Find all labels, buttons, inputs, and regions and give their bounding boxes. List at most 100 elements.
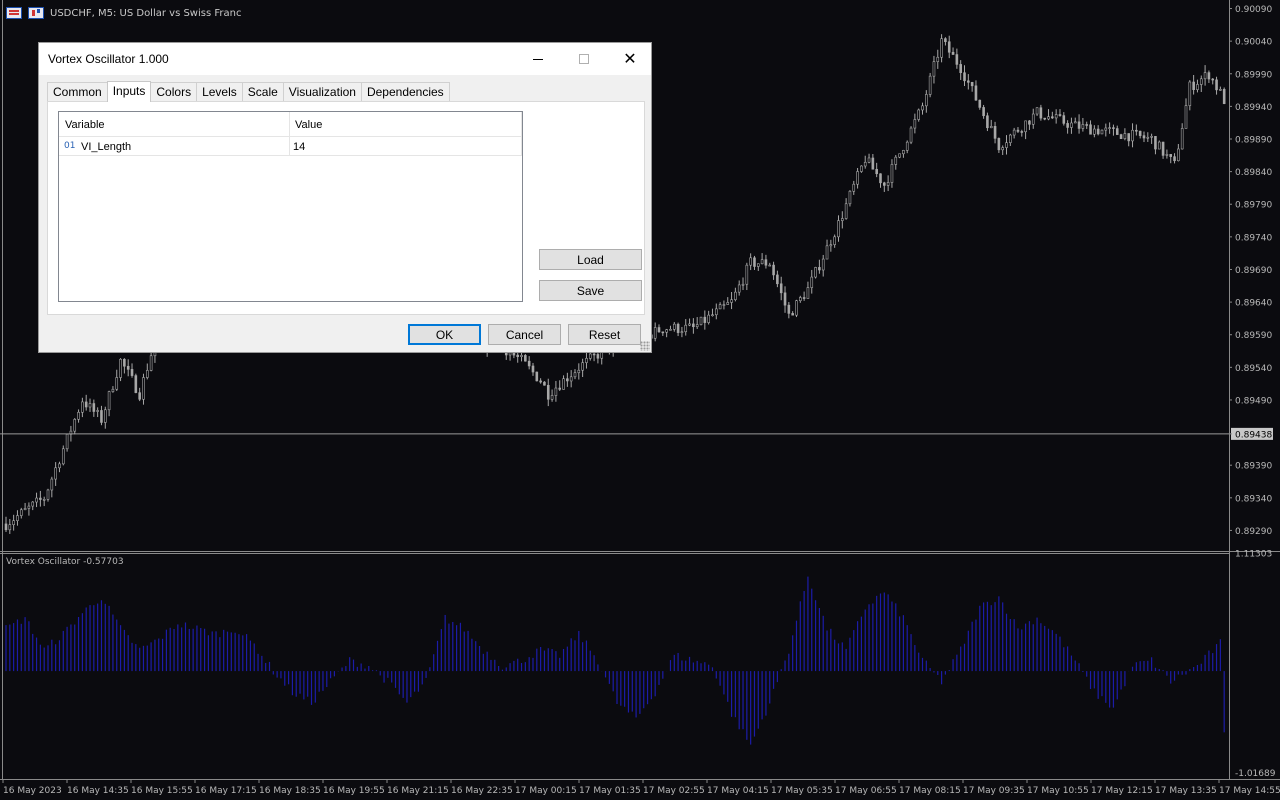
candle: [81, 401, 84, 413]
x-tick-label: 17 May 14:55: [1219, 786, 1280, 796]
tab-inputs[interactable]: Inputs: [106, 81, 152, 102]
candle: [1077, 121, 1081, 129]
tab-common[interactable]: Common: [47, 82, 108, 102]
candle: [783, 292, 787, 306]
candle: [890, 164, 894, 183]
y-tick-label: 0.89940: [1235, 103, 1272, 113]
inputs-grid[interactable]: Variable Value 01 VI_Length 14: [58, 111, 523, 302]
minimize-icon: [533, 58, 543, 60]
x-tick-label: 16 May 21:15: [387, 786, 449, 796]
candle: [1211, 78, 1215, 81]
x-tick-label: 17 May 13:35: [1155, 786, 1217, 796]
candle: [833, 236, 836, 245]
minimize-button[interactable]: [515, 43, 561, 75]
x-tick-label: 17 May 09:35: [963, 786, 1025, 796]
candle: [1135, 129, 1138, 132]
candle: [883, 182, 886, 186]
candle: [898, 153, 901, 158]
symbol-bar: USDCHF, M5: US Dollar vs Swiss Franc: [6, 6, 241, 20]
tab-dependencies[interactable]: Dependencies: [360, 82, 450, 102]
candle: [520, 355, 523, 357]
y-tick-label: 0.89490: [1235, 396, 1272, 406]
candle: [1192, 81, 1195, 90]
candle: [894, 156, 898, 165]
candle: [760, 259, 764, 265]
candle: [1146, 136, 1150, 139]
candle: [932, 61, 936, 77]
y-tick-label: 0.89438: [1235, 430, 1272, 440]
resize-grip-icon[interactable]: [640, 341, 650, 351]
candle: [1047, 116, 1050, 120]
candle: [1096, 128, 1100, 135]
candle: [695, 324, 699, 328]
candle: [791, 313, 794, 316]
candle: [841, 218, 844, 221]
ok-button[interactable]: OK: [408, 324, 481, 345]
one-click-trading-icon[interactable]: [6, 7, 22, 19]
tab-levels[interactable]: Levels: [196, 82, 243, 102]
candle: [16, 515, 19, 521]
save-button[interactable]: Save: [539, 280, 642, 301]
variable-name: VI_Length: [81, 141, 132, 153]
candle: [23, 508, 27, 511]
cancel-button[interactable]: Cancel: [488, 324, 561, 345]
candle: [1005, 142, 1008, 148]
candle: [1138, 130, 1142, 136]
variable-value[interactable]: 14: [293, 141, 305, 153]
osc-y-tick-label: 1.11303: [1235, 550, 1272, 560]
candle: [699, 316, 703, 325]
candle: [119, 358, 122, 378]
candle: [73, 419, 77, 432]
maximize-icon: [579, 54, 589, 64]
oscillator-pane[interactable]: [5, 576, 1225, 745]
candle: [959, 64, 962, 74]
candle: [798, 297, 802, 302]
candle: [806, 287, 810, 299]
tab-scale[interactable]: Scale: [241, 82, 284, 102]
column-header-value[interactable]: Value: [295, 119, 322, 131]
tab-visualization[interactable]: Visualization: [282, 82, 362, 102]
candle: [1016, 129, 1020, 132]
candle: [669, 329, 672, 331]
reset-button[interactable]: Reset: [568, 324, 641, 345]
candle: [772, 264, 775, 276]
candle: [1020, 131, 1024, 133]
candle: [592, 353, 596, 356]
x-tick-label: 17 May 08:15: [899, 786, 961, 796]
load-button[interactable]: Load: [539, 249, 642, 270]
candle: [512, 352, 516, 356]
column-header-variable[interactable]: Variable: [65, 119, 105, 131]
dialog-title-bar[interactable]: Vortex Oscillator 1.000 ✕: [39, 43, 651, 75]
candle: [31, 501, 35, 507]
candle: [737, 284, 741, 293]
x-tick-label: 16 May 2023: [3, 786, 62, 796]
candle: [12, 520, 15, 525]
candle: [588, 353, 592, 359]
candle: [1115, 128, 1119, 135]
candle: [993, 126, 997, 139]
y-tick-label: 0.89890: [1235, 136, 1272, 146]
table-row[interactable]: 01 VI_Length 14: [59, 137, 522, 156]
candle: [970, 82, 974, 87]
candle: [539, 380, 542, 383]
candle: [787, 304, 791, 314]
candle: [535, 371, 539, 382]
candle: [1100, 129, 1104, 135]
x-tick-label: 17 May 01:35: [579, 786, 641, 796]
tab-colors[interactable]: Colors: [150, 82, 198, 102]
oscillator-label: Vortex Oscillator -0.57703: [6, 557, 124, 567]
candle: [42, 499, 46, 501]
candle: [92, 403, 96, 412]
candle: [722, 304, 726, 306]
candle: [1196, 84, 1199, 90]
candle: [989, 126, 993, 129]
maximize-button[interactable]: [561, 43, 607, 75]
candle: [77, 411, 80, 420]
close-button[interactable]: ✕: [607, 43, 653, 75]
candle: [1012, 129, 1016, 136]
candle: [863, 161, 867, 167]
candle: [753, 257, 756, 267]
market-depth-icon[interactable]: [28, 7, 44, 19]
candle: [516, 354, 520, 357]
candle: [821, 258, 825, 271]
